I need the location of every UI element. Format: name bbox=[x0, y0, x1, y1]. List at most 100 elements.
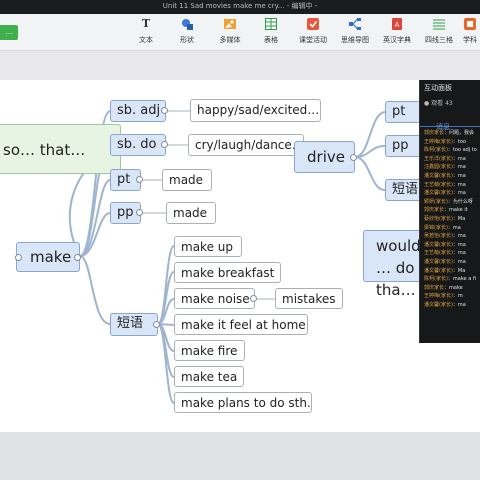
activity-icon bbox=[307, 18, 319, 30]
message-text: ：ma bbox=[452, 258, 466, 265]
lines-icon bbox=[433, 18, 445, 30]
message-user: 王艺萌(家长) bbox=[424, 250, 453, 257]
chat-message: 潘文馨(家长)：Ma bbox=[420, 267, 480, 276]
lines-tool-label: 四线三格 bbox=[425, 36, 453, 44]
collapse-toggle[interactable] bbox=[161, 141, 168, 148]
phrase-item[interactable]: make breakfast bbox=[174, 262, 281, 283]
chat-message: 潘文馨(家长)：ma bbox=[420, 172, 480, 181]
message-user: 潘文馨(家长) bbox=[424, 301, 453, 308]
mindmap-canvas[interactable]: so… that… make sb. adj happy/sad/excited… bbox=[0, 80, 480, 432]
phrase-item[interactable]: make tea bbox=[174, 366, 244, 387]
drive-node[interactable]: drive bbox=[294, 141, 355, 173]
collapse-toggle[interactable] bbox=[153, 321, 160, 328]
collapse-toggle[interactable] bbox=[136, 209, 143, 216]
message-text: ：为什么呀 bbox=[447, 198, 473, 205]
viewer-icon: ● bbox=[424, 100, 430, 107]
phrase-item[interactable]: make noise bbox=[174, 288, 255, 309]
collapse-toggle[interactable] bbox=[250, 295, 257, 302]
so-that-label: so… that… bbox=[3, 141, 86, 159]
do-examples-label: cry/laugh/dance… bbox=[195, 138, 304, 152]
message-text: ：m bbox=[452, 293, 463, 300]
mindmap-tool-label: 思维导图 bbox=[341, 36, 369, 44]
phrase-item[interactable]: make up bbox=[174, 236, 242, 257]
message-user: 王婷梅(家长) bbox=[424, 138, 453, 145]
sb-do-label: sb. do bbox=[117, 137, 157, 152]
chat-message: 潘文馨(家长)：ma bbox=[420, 258, 480, 267]
do-examples-node[interactable]: cry/laugh/dance… bbox=[188, 134, 304, 156]
chat-message: 潘文馨(家长)：ma bbox=[420, 189, 480, 198]
lines-tool-button[interactable]: 四线三格 bbox=[419, 18, 459, 45]
message-user: 潘文馨(家长) bbox=[424, 241, 453, 248]
message-user: 潘文馨(家长) bbox=[424, 172, 453, 179]
phrase-item[interactable]: make it feel at home bbox=[174, 314, 308, 335]
phrase-label: make noise bbox=[181, 292, 250, 306]
chat-message: 梁锦(家长)：ma bbox=[420, 224, 480, 233]
drive-pt-label: pt bbox=[392, 104, 406, 119]
chat-message: 郭庆家长：make it bbox=[420, 206, 480, 215]
svg-text:A: A bbox=[395, 21, 400, 29]
collapse-toggle[interactable] bbox=[74, 254, 81, 261]
chat-message: 王婷梅(家长)：too bbox=[420, 138, 480, 147]
message-text: ：ma bbox=[452, 233, 466, 240]
chat-message: 陈柯(家长)：too adj to bbox=[420, 146, 480, 155]
message-text: ：too adj to bbox=[447, 147, 477, 154]
panel-title: 互动面板 bbox=[424, 84, 452, 92]
phrases-node[interactable]: 短语 bbox=[110, 313, 158, 336]
text-tool-button[interactable]: T 文本 bbox=[126, 18, 166, 45]
message-user: 颖妍(家长) bbox=[424, 198, 448, 205]
made-pp-node[interactable]: made bbox=[166, 202, 216, 224]
message-text: ：make it bbox=[444, 207, 468, 214]
chat-message: 吴若怡(家长)：ma bbox=[420, 232, 480, 241]
table-tool-button[interactable]: 表格 bbox=[251, 18, 291, 45]
collapse-toggle[interactable] bbox=[15, 254, 22, 261]
media-icon bbox=[224, 18, 236, 30]
chat-message: 潘文馨(家长)：ma bbox=[420, 241, 480, 250]
message-user: 梁锦(家长) bbox=[424, 224, 448, 231]
chat-message: 郭庆家长：问题，我会 bbox=[420, 129, 480, 138]
message-user: 郭庆家长 bbox=[424, 130, 445, 136]
chat-message: 王艺萌(家长)：ma bbox=[420, 181, 480, 190]
so-that-node[interactable]: so… that… bbox=[0, 124, 121, 174]
activity-tool-button[interactable]: 课堂活动 bbox=[293, 18, 333, 45]
shape-tool-label: 形状 bbox=[180, 36, 194, 44]
collapse-toggle[interactable] bbox=[136, 176, 143, 183]
chat-message: 王乐洋(家长)：ma bbox=[420, 155, 480, 164]
phrase-item[interactable]: make fire bbox=[174, 340, 245, 361]
mistakes-label: mistakes bbox=[282, 292, 336, 306]
message-user: 潘文馨(家长) bbox=[424, 258, 453, 265]
mindmap-tool-button[interactable]: 思维导图 bbox=[335, 18, 375, 45]
message-user: 陈柯(家长) bbox=[424, 276, 448, 283]
phrase-item[interactable]: make plans to do sth. bbox=[174, 392, 312, 413]
media-tool-button[interactable]: 多媒体 bbox=[210, 18, 250, 45]
chat-message: 汪鑫圆(家长)：ma bbox=[420, 163, 480, 172]
collapse-toggle[interactable] bbox=[161, 107, 168, 114]
would-label: would … do tha… bbox=[376, 237, 421, 299]
text-tool-label: 文本 bbox=[139, 36, 153, 44]
message-user: 汪鑫圆(家长) bbox=[424, 164, 453, 171]
message-text: ：ma bbox=[452, 301, 466, 308]
viewer-count: ● 观看 43 bbox=[420, 96, 480, 109]
sb-adj-node[interactable]: sb. adj bbox=[110, 100, 166, 122]
phrases-label: 短语 bbox=[117, 316, 144, 331]
mistakes-node[interactable]: mistakes bbox=[275, 288, 343, 309]
media-tool-label: 多媒体 bbox=[219, 36, 241, 44]
make-node[interactable]: make bbox=[16, 242, 80, 272]
adj-examples-node[interactable]: happy/sad/excited… bbox=[190, 99, 321, 122]
subject-tool-button[interactable]: 学科 bbox=[455, 18, 480, 45]
menu-button[interactable]: ... bbox=[0, 25, 18, 40]
text-icon: T bbox=[141, 17, 151, 30]
drive-pp-label: pp bbox=[392, 138, 409, 153]
message-text: ：Ma bbox=[452, 215, 466, 222]
bottom-area bbox=[0, 432, 480, 480]
shape-tool-button[interactable]: 形状 bbox=[167, 18, 207, 45]
dictionary-icon: A bbox=[391, 18, 403, 30]
interaction-panel[interactable]: 互动面板 ● 观看 43 消息 郭庆家长：问题，我会 王婷梅(家长)：too 陈柯(… bbox=[419, 80, 480, 343]
collapse-toggle[interactable] bbox=[350, 154, 357, 161]
shape-icon bbox=[181, 18, 193, 30]
chat-message: 潘文馨(家长)：ma bbox=[420, 301, 480, 310]
dictionary-tool-button[interactable]: A 英汉字典 bbox=[377, 18, 417, 45]
made-pt-node[interactable]: made bbox=[162, 169, 212, 191]
sb-do-node[interactable]: sb. do bbox=[110, 134, 166, 156]
message-text: ：ma bbox=[452, 172, 466, 179]
message-user: 潘文馨(家长) bbox=[424, 190, 453, 197]
